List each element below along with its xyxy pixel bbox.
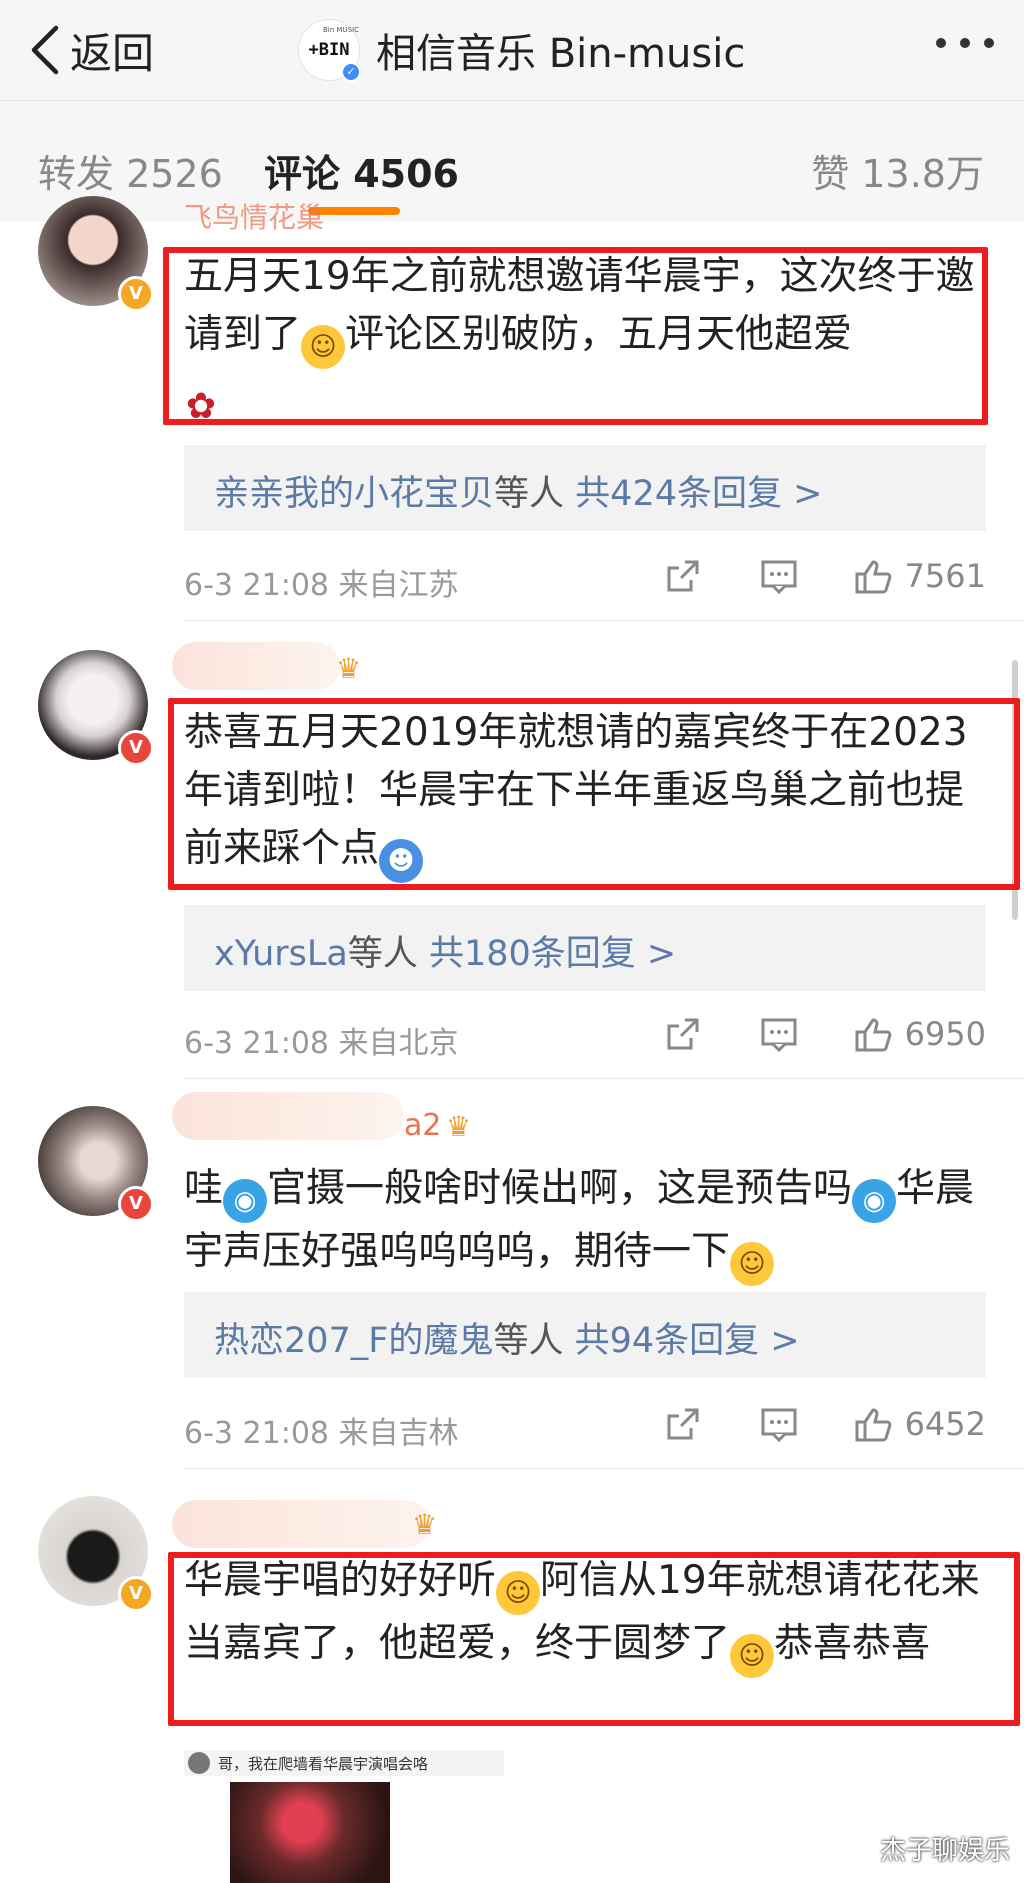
avatar[interactable]: V <box>38 1106 154 1222</box>
comment-icon[interactable] <box>759 1404 799 1444</box>
avatar <box>188 1752 210 1774</box>
blurred-username[interactable] <box>172 642 340 690</box>
laughing-emoji-icon: ☺ <box>301 325 346 369</box>
comment-meta: 6-3 21:08 来自江苏 <box>184 568 459 603</box>
blurred-username[interactable] <box>172 1500 430 1548</box>
embedded-post-image[interactable] <box>230 1782 390 1883</box>
comment-actions: 6950 <box>663 1014 986 1054</box>
account-header[interactable]: Bin MUSIC +BIN ✓ 相信音乐 Bin-music <box>298 16 745 84</box>
comment-text-part: 恭喜五月天2019年就想请的嘉宾终于在2023年请到啦！华晨宇在下半年重返鸟巢之… <box>184 710 968 871</box>
like-count: 6950 <box>904 1015 986 1053</box>
like-count: 7561 <box>904 557 986 595</box>
comment-actions: 6452 <box>663 1404 986 1444</box>
share-icon[interactable] <box>663 1014 703 1054</box>
avatar[interactable]: V <box>38 650 154 766</box>
reply-count-link[interactable]: 共94条回复 > <box>575 1321 800 1361</box>
reply-count-link[interactable]: 共180条回复 > <box>429 934 676 974</box>
share-icon[interactable] <box>663 1404 703 1444</box>
reply-mid: 等人 <box>347 934 418 974</box>
reply-names[interactable]: xYursLa <box>214 934 348 974</box>
watermark: 杰子聊娱乐 <box>879 1836 1010 1866</box>
comment-username[interactable]: 飞鸟情花巢 <box>184 196 324 236</box>
embedded-post-preview[interactable]: 哥，我在爬墙看华晨宇演唱会咯 <box>184 1750 504 1776</box>
verified-badge-icon: V <box>118 1186 154 1222</box>
reply-mid: 等人 <box>493 1321 564 1361</box>
comment-text: 华晨宇唱的好好听 ☺ 阿信从19年就想请花花来当嘉宾了，他超爱，终于圆梦了 ☺ 恭喜恭喜 <box>184 1552 994 1678</box>
divider <box>184 620 1024 621</box>
back-button[interactable]: 返回 <box>28 22 154 78</box>
tab-likes[interactable]: 赞 13.8万 <box>811 143 984 198</box>
divider <box>184 1468 1024 1469</box>
comment-text: 恭喜五月天2019年就想请的嘉宾终于在2023年请到啦！华晨宇在下半年重返鸟巢之… <box>184 704 994 883</box>
comment-text-part: 恭喜恭喜 <box>774 1621 931 1666</box>
fan-crown-icon: ♛ <box>446 1110 472 1143</box>
grin-emoji-icon: ☺ <box>730 1242 775 1286</box>
comment-icon[interactable] <box>759 1014 799 1054</box>
doraemon-emoji-icon: ◉ <box>852 1179 897 1223</box>
share-icon[interactable] <box>663 556 703 596</box>
avatar[interactable]: V <box>38 196 154 312</box>
verified-badge-icon: V <box>118 730 154 766</box>
top-nav-bar: 返回 Bin MUSIC +BIN ✓ 相信音乐 Bin-music <box>0 0 1024 100</box>
thumbs-up-icon <box>855 560 892 594</box>
comment-text-part: 华晨宇唱的好好听 <box>184 1558 497 1603</box>
doraemon-emoji-icon: ◉ <box>223 1179 268 1223</box>
avatar[interactable]: V <box>38 1496 154 1612</box>
like-button[interactable]: 6950 <box>853 1014 986 1054</box>
logo-top-text: Bin MUSIC <box>323 26 359 34</box>
comment-meta: 6-3 21:08 来自吉林 <box>184 1416 459 1451</box>
thumbs-up-icon <box>855 1018 892 1052</box>
back-label: 返回 <box>70 28 155 78</box>
person-emoji-icon: ☻ <box>379 839 424 883</box>
comment-username[interactable]: a2 <box>404 1108 441 1143</box>
more-options-icon[interactable] <box>936 38 994 48</box>
blurred-username[interactable] <box>172 1092 404 1140</box>
reply-summary[interactable]: 亲亲我的小花宝贝等人 共424条回复 > <box>184 445 986 531</box>
verified-badge-icon: V <box>118 276 154 312</box>
page-title: 相信音乐 Bin-music <box>376 31 746 77</box>
thumbs-up-icon <box>855 1408 892 1442</box>
reply-summary[interactable]: xYursLa等人 共180条回复 > <box>184 905 986 991</box>
tab-comments[interactable]: 评论 4506 <box>264 143 459 198</box>
like-count: 6452 <box>904 1405 986 1443</box>
tab-reposts[interactable]: 转发 2526 <box>38 143 223 198</box>
reply-count-link[interactable]: 共424条回复 > <box>575 474 822 514</box>
verified-badge-icon: V <box>118 1576 154 1612</box>
comment-text: 哇 ◉ 官摄一般啥时候出啊，这是预告吗 ◉ 华晨宇声压好强呜呜呜呜，期待一下 ☺ <box>184 1160 984 1286</box>
comment-text-part: 哇 <box>184 1166 224 1211</box>
rose-emoji-icon: ✿ <box>185 386 217 427</box>
verified-icon: ✓ <box>341 62 361 82</box>
blush-emoji-icon: ☺ <box>496 1571 541 1615</box>
logo-text: +BIN <box>308 40 350 60</box>
comment-text: 五月天19年之前就想邀请华晨宇，这次终于邀请到了 ☺ 评论区别破防，五月天他超爱 ✿ <box>184 248 984 429</box>
like-button[interactable]: 7561 <box>853 556 986 596</box>
reply-mid: 等人 <box>494 474 565 514</box>
comment-actions: 7561 <box>663 556 986 596</box>
embedded-post-text: 哥，我在爬墙看华晨宇演唱会咯 <box>218 1754 429 1773</box>
reply-names[interactable]: 亲亲我的小花宝贝 <box>214 474 494 514</box>
reply-names[interactable]: 热恋207_F的魔鬼 <box>214 1321 493 1361</box>
like-button[interactable]: 6452 <box>853 1404 986 1444</box>
fan-crown-icon: ♛ <box>412 1508 438 1541</box>
comment-text-part: 官摄一般啥时候出啊，这是预告吗 <box>267 1166 853 1211</box>
comment-icon[interactable] <box>759 556 799 596</box>
comment-text-part: 评论区别破防，五月天他超爱 <box>345 312 853 357</box>
fan-crown-icon: ♛ <box>336 652 362 685</box>
account-avatar[interactable]: Bin MUSIC +BIN ✓ <box>298 19 361 82</box>
chevron-left-icon <box>31 25 59 75</box>
laughing-emoji-icon: ☺ <box>730 1634 775 1678</box>
comment-meta: 6-3 21:08 来自北京 <box>184 1026 459 1061</box>
reply-summary[interactable]: 热恋207_F的魔鬼等人 共94条回复 > <box>184 1292 986 1378</box>
divider <box>184 1078 1024 1079</box>
